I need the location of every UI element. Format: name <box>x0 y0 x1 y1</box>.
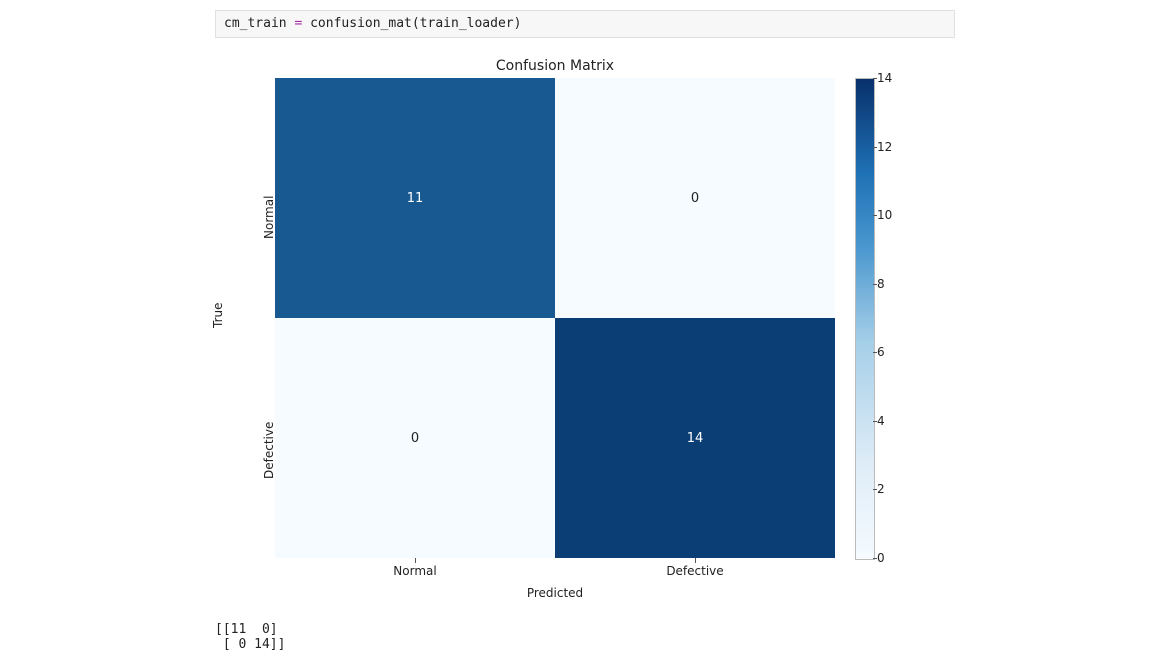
x-axis-label: Predicted <box>275 586 835 600</box>
cbar-tick: 12 <box>877 140 892 154</box>
notebook-output: cm_train = confusion_mat(train_loader) C… <box>215 10 955 652</box>
heatmap-grid: 11 0 0 14 <box>275 78 835 558</box>
y-tick-normal: Normal <box>262 205 276 239</box>
cbar-tick: 0 <box>877 551 885 565</box>
cell-tn: 11 <box>275 78 555 318</box>
x-tick-defective: Defective <box>555 564 835 578</box>
cbar-tick: 6 <box>877 345 885 359</box>
cell-fn: 0 <box>275 318 555 558</box>
cbar-tick: 4 <box>877 414 885 428</box>
chart-title: Confusion Matrix <box>275 58 835 74</box>
code-operator: = <box>294 16 302 31</box>
cbar-tick: 2 <box>877 482 885 496</box>
code-variable: cm_train <box>224 16 287 31</box>
code-cell: cm_train = confusion_mat(train_loader) <box>215 10 955 38</box>
cell-fp: 0 <box>555 78 835 318</box>
x-tick-mark <box>695 558 696 563</box>
y-tick-defective: Defective <box>262 445 276 479</box>
cell-tp: 14 <box>555 318 835 558</box>
confusion-matrix-chart: Confusion Matrix True Normal Defective 1… <box>215 58 955 618</box>
x-tick-mark <box>415 558 416 563</box>
cbar-tick: 10 <box>877 208 892 222</box>
colorbar <box>855 78 875 560</box>
code-call: confusion_mat(train_loader) <box>310 16 521 31</box>
stdout-array: [[11 0] [ 0 14]] <box>215 622 955 652</box>
y-axis-label: True <box>211 303 225 329</box>
cbar-tick: 8 <box>877 277 885 291</box>
cbar-tick: 14 <box>877 71 892 85</box>
x-tick-normal: Normal <box>275 564 555 578</box>
